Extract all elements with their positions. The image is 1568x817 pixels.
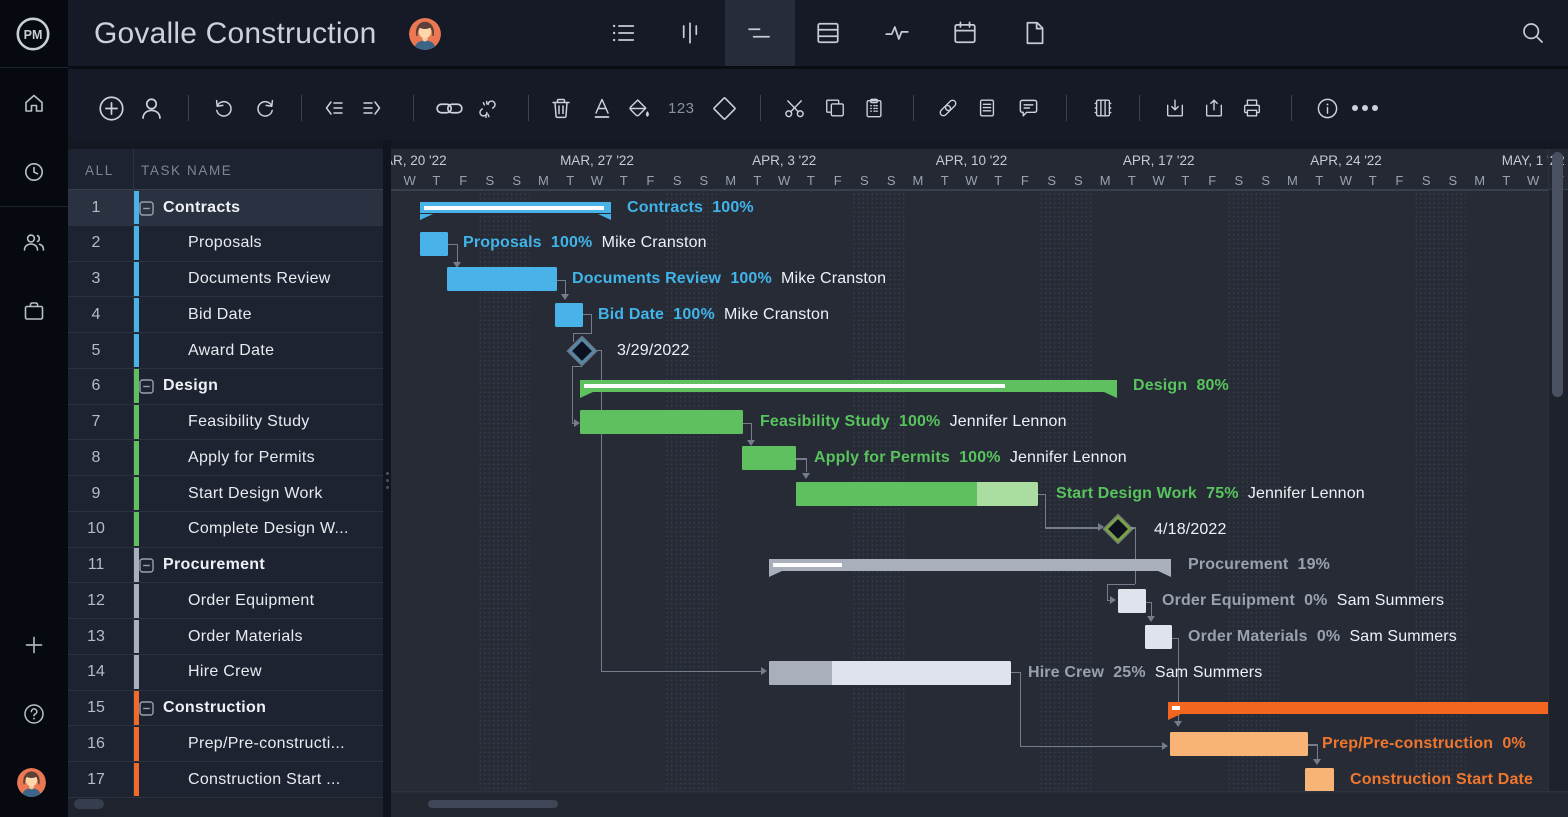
svg-text:PM: PM (24, 28, 43, 42)
